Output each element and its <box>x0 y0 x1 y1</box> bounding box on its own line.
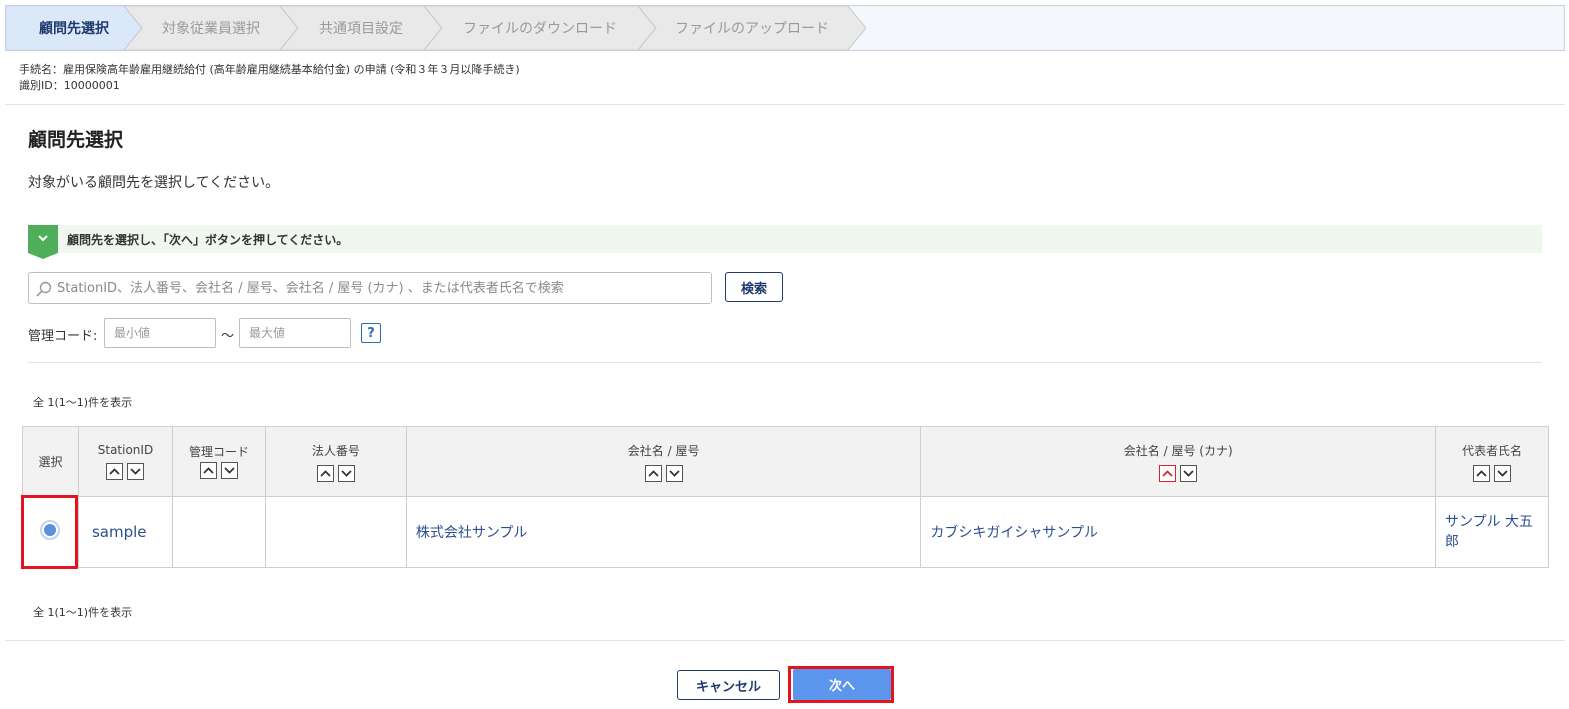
chevron-down-icon <box>28 231 58 245</box>
divider <box>5 640 1565 641</box>
client-table: 選択 StationID 管理コード 法人番号 会社名 / 屋号 会社名 / 屋… <box>22 426 1549 568</box>
sort-controls <box>316 464 355 482</box>
table-row: sample 株式会社サンプル カブシキガイシャサンプル サンプル 大五郎 <box>22 496 1549 568</box>
next-button[interactable]: 次へ <box>793 669 891 700</box>
management-code-max-input[interactable] <box>239 318 351 348</box>
sort-asc-icon[interactable] <box>1159 464 1177 482</box>
table-header-row: 選択 StationID 管理コード 法人番号 会社名 / 屋号 会社名 / 屋… <box>22 426 1549 497</box>
wizard-step-label: ファイルのアップロード <box>675 21 829 37</box>
sort-desc-icon[interactable] <box>337 464 355 482</box>
representative-cell[interactable]: サンプル 大五郎 <box>1435 496 1549 568</box>
radio-selected-dot <box>44 524 57 536</box>
wizard-step-label: 対象従業員選択 <box>162 21 260 37</box>
procedure-id: 識別ID：10000001 <box>19 79 120 92</box>
column-header-select: 選択 <box>22 426 79 497</box>
management-code-label: 管理コード: <box>28 329 98 344</box>
row-select-radio[interactable] <box>40 520 61 540</box>
wizard-step-common-settings: 共通項目設定 <box>280 6 442 50</box>
wizard-step-label: 顧問先選択 <box>39 21 109 37</box>
search-icon <box>36 281 52 297</box>
column-header-station-id: StationID <box>77 426 173 497</box>
column-header-management-code: 管理コード <box>171 426 266 497</box>
page-title: 顧問先選択 <box>28 129 124 151</box>
wizard-step-employee-select: 対象従業員選択 <box>124 6 298 50</box>
wizard-step-file-download: ファイルのダウンロード <box>424 6 656 50</box>
notice-badge <box>28 225 58 259</box>
divider <box>5 104 1565 105</box>
sort-asc-icon[interactable] <box>106 463 124 480</box>
management-code-cell <box>171 496 266 568</box>
sort-controls <box>199 462 238 479</box>
cancel-button[interactable]: キャンセル <box>677 670 780 700</box>
search-input[interactable] <box>57 277 697 299</box>
procedure-meta: 手続名：雇用保険高年齢雇用継続給付 (高年齢雇用継続基本給付金) の申請 (令和… <box>19 62 520 94</box>
sort-asc-icon[interactable] <box>199 462 217 479</box>
wizard-step-label: ファイルのダウンロード <box>463 21 617 37</box>
page-description: 対象がいる顧問先を選択してください。 <box>28 175 280 191</box>
notice-text: 顧問先を選択し、「次へ」ボタンを押してください。 <box>67 233 349 247</box>
column-header-company-name: 会社名 / 屋号 <box>405 426 922 497</box>
column-header-representative: 代表者氏名 <box>1435 426 1549 497</box>
column-header-company-name-kana: 会社名 / 屋号 (カナ) <box>920 426 1437 497</box>
result-count-top: 全 1(1～1)件を表示 <box>33 396 133 409</box>
management-code-min-input[interactable] <box>104 318 216 348</box>
wizard-step-client-select: 顧問先選択 <box>6 6 142 50</box>
sort-controls <box>1473 464 1511 482</box>
sort-controls <box>106 463 145 480</box>
station-id-cell[interactable]: sample <box>77 496 173 568</box>
procedure-name: 手続名：雇用保険高年齢雇用継続給付 (高年齢雇用継続基本給付金) の申請 (令和… <box>19 63 520 76</box>
sort-desc-icon[interactable] <box>220 462 238 479</box>
search-field[interactable] <box>28 272 712 304</box>
range-separator: ～ <box>221 329 235 344</box>
column-header-corporate-number: 法人番号 <box>264 426 407 497</box>
select-cell[interactable] <box>22 496 79 568</box>
sort-desc-icon[interactable] <box>1180 464 1198 482</box>
sort-controls <box>1159 464 1198 482</box>
sort-asc-icon[interactable] <box>316 464 334 482</box>
corporate-number-cell <box>264 496 407 568</box>
wizard-step-label: 共通項目設定 <box>319 21 403 37</box>
company-name-kana-cell[interactable]: カブシキガイシャサンプル <box>920 496 1437 568</box>
sort-asc-icon[interactable] <box>1473 464 1490 482</box>
sort-desc-icon[interactable] <box>665 464 683 482</box>
divider <box>28 362 1542 363</box>
sort-desc-icon[interactable] <box>127 463 145 480</box>
wizard-step-file-upload: ファイルのアップロード <box>638 6 866 50</box>
help-icon[interactable]: ? <box>361 323 381 343</box>
sort-desc-icon[interactable] <box>1494 464 1511 482</box>
sort-asc-icon[interactable] <box>644 464 662 482</box>
wizard-steps: 顧問先選択 対象従業員選択 共通項目設定 ファイルのダウンロード ファイルのアッ… <box>5 5 1565 51</box>
result-count-bottom: 全 1(1～1)件を表示 <box>33 606 133 619</box>
instruction-notice: 顧問先を選択し、「次へ」ボタンを押してください。 <box>28 225 1542 259</box>
company-name-cell[interactable]: 株式会社サンプル <box>405 496 922 568</box>
search-button[interactable]: 検索 <box>725 272 783 302</box>
sort-controls <box>644 464 683 482</box>
